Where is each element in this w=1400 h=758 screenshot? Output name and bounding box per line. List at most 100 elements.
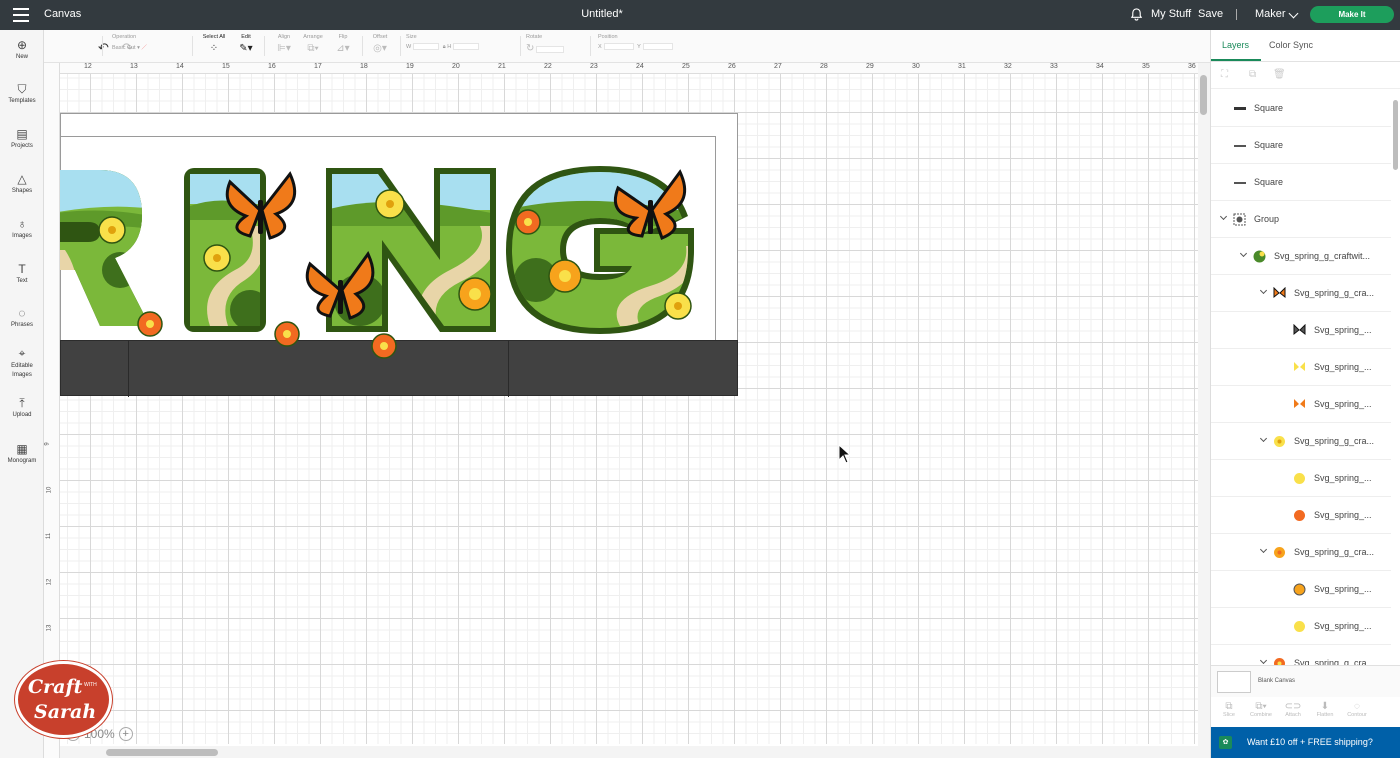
lock-icon[interactable]: 🔒︎ (443, 44, 446, 50)
chevron-down-icon[interactable] (1288, 8, 1299, 19)
orange-flower[interactable] (371, 333, 397, 359)
layer-thumbnail-icon (1274, 658, 1285, 665)
layer-row[interactable]: Svg_spring_g_cra... (1211, 275, 1391, 312)
arrange-button[interactable]: Arrange ⧉▾ (300, 34, 326, 54)
contour-button[interactable]: ◌ Contour (1343, 701, 1371, 718)
chevron-down-icon[interactable] (1259, 656, 1268, 665)
active-tab-indicator (1211, 59, 1261, 61)
layer-row[interactable]: Square (1211, 164, 1391, 201)
orange-yellow-flower[interactable] (548, 259, 582, 293)
promo-banner[interactable]: ✿ Want £10 off + FREE shipping? (1211, 727, 1400, 758)
make-it-button[interactable]: Make It (1310, 6, 1394, 23)
layer-row[interactable]: Group (1211, 201, 1391, 238)
operation-select[interactable]: Operation Basic Cut ▾ ／ (112, 34, 182, 51)
sidebar-item-editable-images[interactable]: ⌖ Editable Images (0, 346, 44, 380)
layer-row[interactable]: Svg_spring_g_cra... (1211, 534, 1391, 571)
position-fields[interactable]: Position X Y (598, 34, 698, 50)
layer-row[interactable]: Svg_spring_... (1211, 460, 1391, 497)
orange-flower[interactable] (515, 209, 541, 235)
scrollbar-thumb[interactable] (1393, 100, 1398, 170)
flatten-icon: ⬇ (1320, 701, 1330, 712)
sidebar-item-upload[interactable]: ⤒ Upload (0, 396, 44, 418)
canvas-horizontal-scrollbar[interactable] (60, 746, 1198, 758)
shapes-icon: △ (17, 172, 27, 186)
combine-button[interactable]: ⧉▾ Combine (1247, 701, 1275, 718)
size-fields[interactable]: Size W 🔒︎ H (406, 34, 526, 51)
sidebar-item-images[interactable]: ♁ Images (0, 217, 44, 239)
document-title[interactable]: Untitled* (0, 8, 1204, 20)
offset-button[interactable]: Offset ◎▾ (368, 34, 392, 54)
sidebar-item-templates[interactable]: ⛉ Templates (0, 82, 44, 104)
sidebar-item-text[interactable]: T Text (0, 262, 44, 284)
layer-row[interactable]: Svg_spring_... (1211, 608, 1391, 645)
layer-row[interactable]: Svg_spring_... (1211, 497, 1391, 534)
sidebar-item-shapes[interactable]: △ Shapes (0, 172, 44, 194)
yellow-flower[interactable] (203, 244, 231, 272)
select-all-button[interactable]: Select All ⁘ (199, 34, 229, 54)
bell-icon[interactable] (1130, 8, 1143, 21)
letter-r[interactable] (60, 170, 160, 330)
attach-button[interactable]: ⊂⊃ Attach (1279, 701, 1307, 718)
pencil-icon: ✎▾ (239, 43, 253, 54)
chevron-down-icon[interactable] (1259, 286, 1268, 295)
sidebar-item-phrases[interactable]: ◌ Phrases (0, 306, 44, 328)
blank-canvas-row[interactable]: Blank Canvas (1211, 665, 1400, 697)
duplicate-icon[interactable]: ⧉ (1249, 69, 1261, 81)
yellow-flower[interactable] (98, 216, 126, 244)
sidebar-item-monogram[interactable]: ▦ Monogram (0, 442, 44, 464)
ruler-tick-label: 14 (176, 63, 184, 70)
zoom-in-button[interactable]: + (118, 727, 133, 741)
yellow-flower[interactable] (664, 292, 692, 320)
layer-row[interactable]: Svg_spring_... (1211, 349, 1391, 386)
layer-row[interactable]: Square (1211, 90, 1391, 127)
layer-row[interactable]: Square (1211, 127, 1391, 164)
combine-icon: ⧉▾ (1255, 701, 1267, 712)
orange-flower[interactable] (137, 311, 163, 337)
chevron-down-icon[interactable] (1259, 545, 1268, 554)
flatten-button[interactable]: ⬇ Flatten (1311, 701, 1339, 718)
chevron-down-icon[interactable] (1259, 434, 1268, 443)
layer-row[interactable]: Svg_spring_g_cra... (1211, 645, 1391, 665)
ruler-tick-label: 26 (728, 63, 736, 70)
undo-icon[interactable]: ↶ (98, 40, 109, 56)
layer-row[interactable]: Svg_spring_g_craftwit... (1211, 238, 1391, 275)
chevron-down-icon[interactable] (1219, 212, 1228, 221)
layer-label: Svg_spring_... (1314, 510, 1372, 520)
layer-row[interactable]: Svg_spring_... (1211, 386, 1391, 423)
scrollbar-thumb[interactable] (1200, 75, 1207, 115)
save-link[interactable]: Save (1198, 8, 1223, 20)
delete-icon[interactable]: 🗑︎ (1273, 69, 1286, 81)
ruler-tick-label: 21 (498, 63, 506, 70)
contour-icon: ◌ (1354, 701, 1360, 712)
orange-yellow-flower[interactable] (458, 277, 492, 311)
align-button[interactable]: Align ⊫▾ (272, 34, 296, 54)
sidebar-item-new[interactable]: ⊕ New (0, 38, 44, 60)
layers-list: Square Square Square Group Svg_spring_g_craf… (1211, 90, 1391, 665)
design-canvas[interactable] (60, 74, 1198, 744)
canvas-vertical-scrollbar[interactable] (1198, 63, 1210, 758)
edit-button[interactable]: Edit ✎▾ (234, 34, 258, 54)
select-all-icon: ⁘ (209, 43, 219, 54)
tab-layers[interactable]: Layers (1222, 40, 1249, 50)
ruler-tick-label: 13 (46, 624, 53, 632)
blank-canvas-swatch[interactable] (1217, 671, 1251, 693)
tab-color-sync[interactable]: Color Sync (1269, 40, 1313, 50)
layer-row[interactable]: Svg_spring_g_cra... (1211, 423, 1391, 460)
machine-selector[interactable]: Maker (1255, 8, 1286, 20)
rotate-field[interactable]: Rotate ↻ (526, 34, 582, 54)
layers-scrollbar[interactable] (1392, 92, 1400, 662)
flip-button[interactable]: Flip ⊿▾ (332, 34, 354, 54)
slice-button[interactable]: ⧉ Slice (1215, 701, 1243, 718)
chevron-down-icon[interactable] (1239, 249, 1248, 258)
yellow-flower[interactable] (375, 189, 405, 219)
orange-flower[interactable] (274, 321, 300, 347)
layer-label: Svg_spring_... (1314, 325, 1372, 335)
group-icon[interactable]: ⛶ (1221, 69, 1233, 81)
spring-letters-artwork[interactable] (60, 130, 720, 390)
sidebar-item-projects[interactable]: ▤ Projects (0, 127, 44, 149)
layer-row[interactable]: Svg_spring_... (1211, 312, 1391, 349)
layer-row[interactable]: Svg_spring_... (1211, 571, 1391, 608)
scrollbar-thumb[interactable] (106, 749, 218, 756)
ruler-tick-label: 32 (1004, 63, 1012, 70)
my-stuff-link[interactable]: My Stuff (1151, 8, 1191, 20)
